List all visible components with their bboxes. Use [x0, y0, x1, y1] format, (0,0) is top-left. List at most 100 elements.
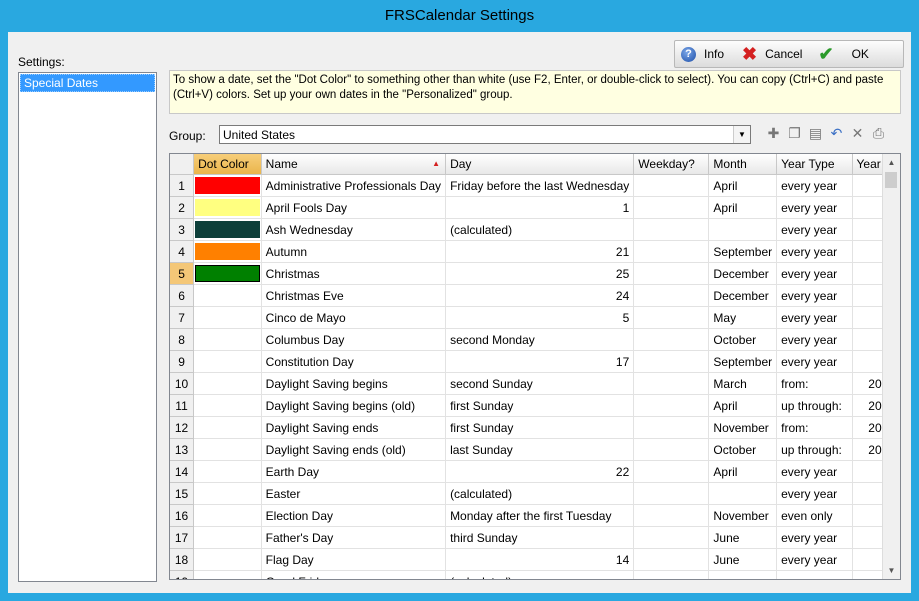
table-row[interactable]: 18 Flag Day 14 June every year: [170, 548, 900, 571]
paste-icon[interactable]: ▤: [807, 125, 824, 142]
column-header-weekday[interactable]: Weekday?: [633, 154, 710, 175]
row-number[interactable]: 6: [170, 284, 195, 307]
cell-month[interactable]: September: [708, 350, 778, 373]
cell-day[interactable]: 5: [445, 306, 635, 329]
cell-weekday[interactable]: [633, 350, 710, 373]
cell-month[interactable]: March: [708, 372, 778, 395]
add-icon[interactable]: ✚: [765, 125, 782, 142]
cell-dot-color[interactable]: [193, 284, 262, 307]
cell-year-type[interactable]: every year: [776, 460, 853, 483]
scroll-up-icon[interactable]: ▲: [883, 154, 900, 171]
cell-weekday[interactable]: [633, 262, 710, 285]
cell-day[interactable]: 22: [445, 460, 635, 483]
cell-weekday[interactable]: [633, 526, 710, 549]
cell-year-type[interactable]: every year: [776, 548, 853, 571]
cell-month[interactable]: October: [708, 438, 778, 461]
cell-day[interactable]: 14: [445, 548, 635, 571]
cell-month[interactable]: April: [708, 460, 778, 483]
column-header-name[interactable]: Name ▲: [261, 154, 447, 175]
table-row[interactable]: 3 Ash Wednesday (calculated) every year: [170, 218, 900, 241]
cell-dot-color[interactable]: [193, 372, 262, 395]
cell-weekday[interactable]: [633, 504, 710, 527]
table-row[interactable]: 4 Autumn 21 September every year: [170, 240, 900, 263]
cell-day[interactable]: second Sunday: [445, 372, 635, 395]
table-row[interactable]: 14 Earth Day 22 April every year: [170, 460, 900, 483]
ok-button[interactable]: ✔ OK: [812, 42, 874, 66]
cell-year-type[interactable]: every year: [776, 262, 853, 285]
cell-year-type[interactable]: every year: [776, 482, 853, 505]
cell-dot-color[interactable]: [193, 438, 262, 461]
row-number[interactable]: 9: [170, 350, 195, 373]
cell-weekday[interactable]: [633, 328, 710, 351]
cell-name[interactable]: Cinco de Mayo: [261, 306, 447, 329]
cell-weekday[interactable]: [633, 482, 710, 505]
table-row[interactable]: 6 Christmas Eve 24 December every year: [170, 284, 900, 307]
cell-name[interactable]: Election Day: [261, 504, 447, 527]
row-number[interactable]: 5: [170, 262, 195, 285]
column-header-month[interactable]: Month: [708, 154, 778, 175]
cell-year-type[interactable]: from:: [776, 416, 853, 439]
cell-month[interactable]: April: [708, 394, 778, 417]
cell-name[interactable]: Good Friday: [261, 570, 447, 579]
table-row[interactable]: 15 Easter (calculated) every year: [170, 482, 900, 505]
cell-year-type[interactable]: every year: [776, 350, 853, 373]
cell-dot-color[interactable]: [193, 526, 262, 549]
cell-year-type[interactable]: every year: [776, 328, 853, 351]
cell-month[interactable]: May: [708, 306, 778, 329]
row-number[interactable]: 18: [170, 548, 195, 571]
row-number[interactable]: 13: [170, 438, 195, 461]
cell-weekday[interactable]: [633, 218, 710, 241]
special-dates-grid[interactable]: Dot Color Name ▲ Day Weekday? Month Year …: [169, 153, 901, 580]
vertical-scrollbar[interactable]: ▲ ▼: [882, 154, 900, 579]
row-number[interactable]: 3: [170, 218, 195, 241]
cell-dot-color[interactable]: [193, 174, 262, 197]
cell-month[interactable]: [708, 218, 778, 241]
cell-day[interactable]: (calculated): [445, 218, 635, 241]
cell-name[interactable]: Administrative Professionals Day: [261, 174, 447, 197]
cell-year-type[interactable]: every year: [776, 218, 853, 241]
cell-dot-color[interactable]: [193, 416, 262, 439]
table-row[interactable]: 19 Good Friday(calculated) every year: [170, 570, 900, 579]
cell-name[interactable]: Daylight Saving ends (old): [261, 438, 447, 461]
cell-dot-color[interactable]: [193, 306, 262, 329]
table-row[interactable]: 11 Daylight Saving begins (old) first Sund…: [170, 394, 900, 417]
cell-day[interactable]: 1: [445, 196, 635, 219]
cell-name[interactable]: Christmas Eve: [261, 284, 447, 307]
table-row[interactable]: 1 Administrative Professionals Day Friday …: [170, 174, 900, 197]
cell-day[interactable]: second Monday: [445, 328, 635, 351]
cell-year-type[interactable]: up through:: [776, 438, 853, 461]
cell-name[interactable]: April Fools Day: [261, 196, 447, 219]
cell-year-type[interactable]: up through:: [776, 394, 853, 417]
cell-day[interactable]: 17: [445, 350, 635, 373]
cell-month[interactable]: April: [708, 196, 778, 219]
table-row[interactable]: 9 Constitution Day 17 September every year: [170, 350, 900, 373]
cell-weekday[interactable]: [633, 394, 710, 417]
cell-year-type[interactable]: every year: [776, 284, 853, 307]
row-number[interactable]: 16: [170, 504, 195, 527]
cell-dot-color[interactable]: [193, 262, 262, 285]
cell-month[interactable]: June: [708, 526, 778, 549]
cell-name[interactable]: Constitution Day: [261, 350, 447, 373]
cell-weekday[interactable]: [633, 196, 710, 219]
cell-dot-color[interactable]: [193, 548, 262, 571]
row-number[interactable]: 1: [170, 174, 195, 197]
column-header-day[interactable]: Day: [445, 154, 635, 175]
delete-icon[interactable]: ✕: [849, 125, 866, 142]
cell-name[interactable]: Easter: [261, 482, 447, 505]
table-row[interactable]: 12 Daylight Saving ends first Sunday Novemb…: [170, 416, 900, 439]
cell-weekday[interactable]: [633, 284, 710, 307]
cell-dot-color[interactable]: [193, 240, 262, 263]
cell-day[interactable]: 24: [445, 284, 635, 307]
settings-list[interactable]: Special Dates: [18, 72, 157, 582]
cell-weekday[interactable]: [633, 570, 710, 579]
row-number[interactable]: 7: [170, 306, 195, 329]
cell-dot-color[interactable]: [193, 196, 262, 219]
cell-name[interactable]: Autumn: [261, 240, 447, 263]
cell-weekday[interactable]: [633, 460, 710, 483]
cell-month[interactable]: December: [708, 262, 778, 285]
cell-day[interactable]: Friday before the last Wednesday: [445, 174, 635, 197]
cell-name[interactable]: Daylight Saving begins (old): [261, 394, 447, 417]
row-number[interactable]: 10: [170, 372, 195, 395]
cell-year-type[interactable]: every year: [776, 240, 853, 263]
cell-day[interactable]: last Sunday: [445, 438, 635, 461]
